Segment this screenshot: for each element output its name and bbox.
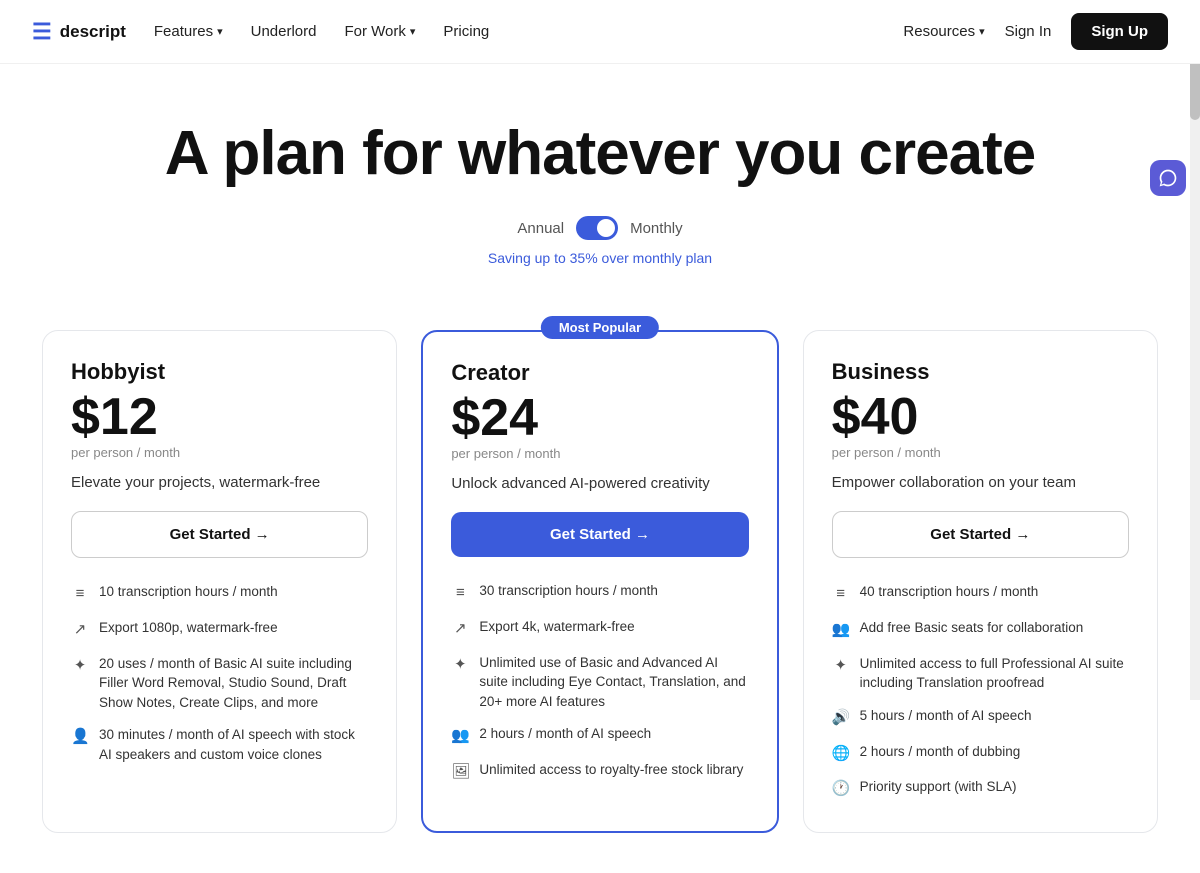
nav-right: Resources ▾ Sign In Sign Up — [903, 13, 1168, 50]
chevron-down-icon: ▾ — [410, 25, 416, 38]
list-item: 🔊 5 hours / month of AI speech — [832, 706, 1129, 729]
list-item: ≡ 30 transcription hours / month — [451, 581, 748, 604]
collab-icon: 👥 — [832, 619, 850, 641]
nav-for-work[interactable]: For Work ▾ — [344, 23, 415, 40]
business-cta[interactable]: Get Started → — [832, 511, 1129, 558]
export-icon: ↗ — [71, 619, 89, 641]
speech-icon: 👥 — [451, 725, 469, 747]
dubbing-icon: 🌐 — [832, 743, 850, 765]
hobbyist-period: per person / month — [71, 445, 368, 460]
transcription-icon: ≡ — [832, 583, 850, 605]
navbar: ☰ descript Features ▾ Underlord For Work… — [0, 0, 1200, 64]
business-period: per person / month — [832, 445, 1129, 460]
business-features: ≡ 40 transcription hours / month 👥 Add f… — [832, 582, 1129, 800]
stock-icon: 🖼 — [451, 761, 469, 783]
scrollbar[interactable] — [1190, 0, 1200, 700]
hobbyist-price: $12 — [71, 391, 368, 443]
list-item: 🌐 2 hours / month of dubbing — [832, 742, 1129, 765]
logo-text: descript — [60, 22, 126, 42]
annual-label: Annual — [517, 220, 564, 237]
chevron-down-icon: ▾ — [217, 25, 223, 38]
list-item: 🕐 Priority support (with SLA) — [832, 777, 1129, 800]
ai-icon: ✦ — [71, 655, 89, 677]
creator-period: per person / month — [451, 446, 748, 461]
nav-pricing[interactable]: Pricing — [443, 23, 489, 40]
list-item: ↗ Export 1080p, watermark-free — [71, 618, 368, 641]
nav-resources[interactable]: Resources ▾ — [903, 23, 984, 40]
list-item: 🖼 Unlimited access to royalty-free stock… — [451, 760, 748, 783]
hero-section: A plan for whatever you create Annual Mo… — [0, 64, 1200, 330]
monthly-label: Monthly — [630, 220, 683, 237]
list-item: 👥 Add free Basic seats for collaboration — [832, 618, 1129, 641]
creator-cta[interactable]: Get Started → — [451, 512, 748, 557]
chat-icon — [1158, 168, 1178, 188]
list-item: 👥 2 hours / month of AI speech — [451, 724, 748, 747]
ai-icon: ✦ — [451, 654, 469, 676]
chevron-down-icon: ▾ — [979, 25, 985, 38]
logo-icon: ☰ — [32, 19, 52, 45]
business-card: Business $40 per person / month Empower … — [803, 330, 1158, 833]
creator-card: Most Popular Creator $24 per person / mo… — [421, 330, 778, 833]
ai-icon: ✦ — [832, 655, 850, 677]
list-item: ↗ Export 4k, watermark-free — [451, 617, 748, 640]
billing-toggle: Annual Monthly — [20, 216, 1180, 240]
creator-name: Creator — [451, 360, 748, 386]
savings-text: Saving up to 35% over monthly plan — [20, 250, 1180, 266]
list-item: ✦ Unlimited access to full Professional … — [832, 654, 1129, 693]
billing-toggle-switch[interactable] — [576, 216, 618, 240]
signin-button[interactable]: Sign In — [1005, 23, 1052, 40]
most-popular-badge: Most Popular — [541, 316, 659, 339]
pricing-cards: Hobbyist $12 per person / month Elevate … — [10, 330, 1190, 873]
support-icon: 🕐 — [832, 778, 850, 800]
transcription-icon: ≡ — [451, 582, 469, 604]
creator-tagline: Unlock advanced AI-powered creativity — [451, 475, 748, 492]
business-name: Business — [832, 359, 1129, 385]
list-item: ≡ 10 transcription hours / month — [71, 582, 368, 605]
nav-features[interactable]: Features ▾ — [154, 23, 223, 40]
list-item: ≡ 40 transcription hours / month — [832, 582, 1129, 605]
logo[interactable]: ☰ descript — [32, 19, 126, 45]
list-item: 👤 30 minutes / month of AI speech with s… — [71, 725, 368, 764]
speech-icon: 🔊 — [832, 707, 850, 729]
nav-underlord[interactable]: Underlord — [251, 23, 317, 40]
signup-button[interactable]: Sign Up — [1071, 13, 1168, 50]
hobbyist-card: Hobbyist $12 per person / month Elevate … — [42, 330, 397, 833]
list-item: ✦ Unlimited use of Basic and Advanced AI… — [451, 653, 748, 712]
export-icon: ↗ — [451, 618, 469, 640]
creator-features: ≡ 30 transcription hours / month ↗ Expor… — [451, 581, 748, 783]
hero-title: A plan for whatever you create — [20, 120, 1180, 188]
nav-left: ☰ descript Features ▾ Underlord For Work… — [32, 19, 489, 45]
business-tagline: Empower collaboration on your team — [832, 474, 1129, 491]
business-price: $40 — [832, 391, 1129, 443]
list-item: ✦ 20 uses / month of Basic AI suite incl… — [71, 654, 368, 713]
chat-widget[interactable] — [1150, 160, 1186, 196]
speech-icon: 👤 — [71, 726, 89, 748]
hobbyist-name: Hobbyist — [71, 359, 368, 385]
hobbyist-cta[interactable]: Get Started → — [71, 511, 368, 558]
transcription-icon: ≡ — [71, 583, 89, 605]
hobbyist-features: ≡ 10 transcription hours / month ↗ Expor… — [71, 582, 368, 764]
hobbyist-tagline: Elevate your projects, watermark-free — [71, 474, 368, 491]
creator-price: $24 — [451, 392, 748, 444]
